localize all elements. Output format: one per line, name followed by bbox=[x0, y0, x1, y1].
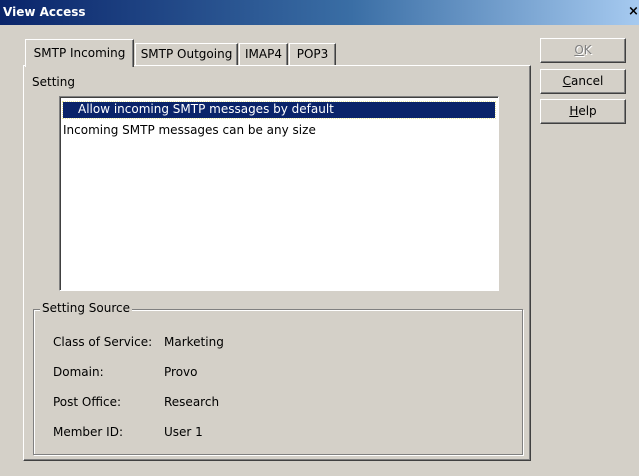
close-icon[interactable]: × bbox=[628, 3, 639, 21]
domain-label: Domain: bbox=[53, 365, 104, 379]
setting-label: Setting bbox=[32, 75, 75, 89]
tab-imap4[interactable]: IMAP4 bbox=[239, 43, 288, 65]
help-label: elp bbox=[578, 104, 597, 118]
ok-button[interactable]: OK bbox=[540, 38, 626, 63]
tab-smtp-incoming[interactable]: SMTP Incoming bbox=[25, 39, 134, 67]
window-title: View Access bbox=[3, 5, 86, 19]
post-office-value: Research bbox=[164, 395, 220, 409]
list-item[interactable]: Allow incoming SMTP messages by default bbox=[62, 101, 496, 119]
ok-mnemonic: O bbox=[574, 43, 584, 57]
member-id-value: User 1 bbox=[164, 425, 203, 439]
setting-listbox[interactable]: Allow incoming SMTP messages by default … bbox=[59, 96, 499, 291]
cancel-label: ancel bbox=[571, 74, 604, 88]
help-button[interactable]: Help bbox=[540, 99, 626, 124]
list-item[interactable]: Incoming SMTP messages can be any size bbox=[63, 123, 316, 139]
cancel-mnemonic: C bbox=[562, 74, 572, 88]
post-office-label: Post Office: bbox=[53, 395, 121, 409]
member-id-label: Member ID: bbox=[53, 425, 123, 439]
setting-source-legend: Setting Source bbox=[40, 301, 132, 315]
class-of-service-label: Class of Service: bbox=[53, 335, 153, 349]
cancel-button[interactable]: Cancel bbox=[540, 69, 626, 94]
title-bar: View Access × bbox=[0, 0, 639, 25]
ok-label: K bbox=[583, 43, 592, 57]
domain-value: Provo bbox=[164, 365, 198, 379]
tab-pop3[interactable]: POP3 bbox=[289, 43, 336, 65]
class-of-service-value: Marketing bbox=[164, 335, 224, 349]
tab-smtp-outgoing[interactable]: SMTP Outgoing bbox=[135, 43, 238, 65]
help-mnemonic: H bbox=[569, 104, 579, 118]
